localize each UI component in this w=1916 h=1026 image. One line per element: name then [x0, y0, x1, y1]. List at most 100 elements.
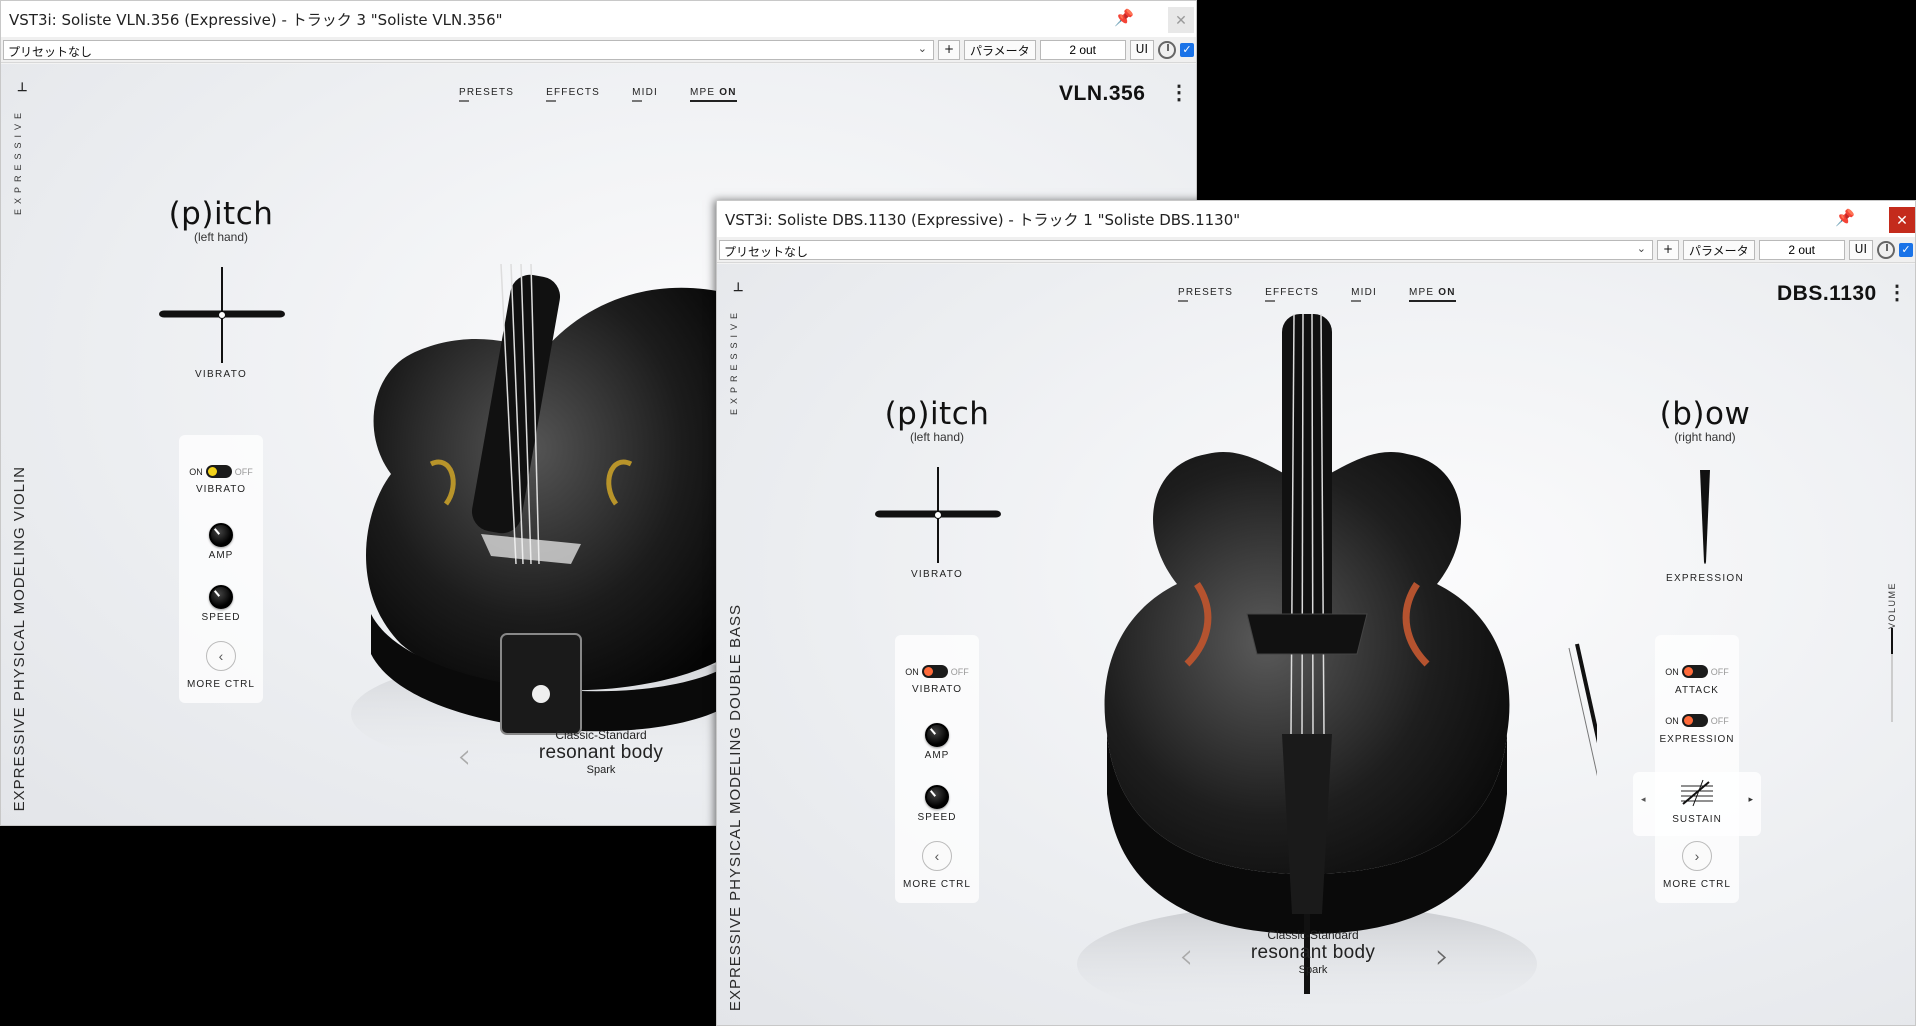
- plugin-panel: ⊥ EXPRESSIVE EXPRESSIVE PHYSICAL MODELIN…: [717, 264, 1915, 1025]
- expression-switch[interactable]: [1681, 714, 1708, 727]
- xy-handle[interactable]: [218, 311, 226, 319]
- toggle-on-label: ON: [1665, 715, 1679, 726]
- more-ctrl-button[interactable]: ‹: [922, 841, 952, 871]
- preset-author: Spark: [1298, 964, 1328, 976]
- dry-wet-knob-icon[interactable]: [1877, 240, 1895, 259]
- pitch-xy-pad[interactable]: [875, 467, 1001, 563]
- expressive-logo: ⊥: [733, 280, 744, 294]
- vibrato-label: VIBRATO: [196, 484, 246, 495]
- toggle-on-label: ON: [189, 466, 203, 477]
- vibrato-label: VIBRATO: [912, 684, 962, 695]
- pitch-control-panel: ON OFF VIBRATO AMP SPEED ‹ MORE CTRL: [179, 435, 263, 703]
- chevron-down-icon: ⌄: [917, 41, 927, 55]
- preset-name[interactable]: resonant body: [501, 742, 701, 764]
- speed-knob[interactable]: [925, 785, 949, 809]
- output-routing-field[interactable]: 2 out: [1758, 239, 1845, 260]
- preset-info: Classic-Standard resonant body Spark: [501, 728, 701, 776]
- parameters-button[interactable]: パラメータ: [1683, 239, 1755, 260]
- close-icon[interactable]: ✕: [1168, 7, 1194, 33]
- output-routing-field[interactable]: 2 out: [1039, 39, 1126, 60]
- tab-effects[interactable]: EFFECTS: [546, 87, 600, 102]
- more-ctrl-label: MORE CTRL: [187, 679, 255, 690]
- toggle-off-label: OFF: [1710, 666, 1729, 677]
- previous-preset-arrow[interactable]: ‹: [1179, 936, 1193, 977]
- more-options-icon[interactable]: ⋮: [1169, 83, 1189, 103]
- mpe-label: MPE: [1408, 287, 1435, 298]
- violin-image: [351, 263, 731, 774]
- tab-presets[interactable]: PRESETS: [459, 87, 514, 102]
- ui-button[interactable]: UI: [1129, 39, 1154, 60]
- pitch-subtitle: (left hand): [909, 430, 965, 444]
- more-ctrl-button[interactable]: ›: [1682, 841, 1712, 871]
- title-bar[interactable]: VST3i: Soliste VLN.356 (Expressive) - トラ…: [1, 1, 1196, 37]
- vibrato-switch[interactable]: [205, 465, 232, 478]
- pitch-title: (p)itch: [884, 396, 990, 432]
- amp-label: AMP: [924, 750, 950, 761]
- pitch-title: (p)itch: [168, 196, 274, 232]
- double-bass-plugin-window: VST3i: Soliste DBS.1130 (Expressive) - ト…: [716, 200, 1916, 1026]
- previous-preset-arrow[interactable]: ‹: [457, 736, 471, 777]
- preset-dropdown[interactable]: プリセットなし ⌄: [719, 239, 1653, 260]
- vibrato-toggle[interactable]: ON OFF: [895, 665, 979, 678]
- tab-midi[interactable]: MIDI: [1351, 287, 1377, 302]
- dry-wet-knob-icon[interactable]: [1158, 40, 1176, 59]
- toggle-off-label: OFF: [234, 466, 253, 477]
- host-toolbar: プリセットなし ⌄ + パラメータ 2 out UI ✓: [1, 37, 1196, 63]
- tab-midi[interactable]: MIDI: [632, 87, 658, 102]
- pin-icon[interactable]: 📌: [1114, 8, 1134, 28]
- enable-checkbox[interactable]: ✓: [1180, 42, 1194, 57]
- pitch-caption: VIBRATO: [194, 369, 248, 380]
- chevron-right-icon[interactable]: ▸: [1748, 794, 1753, 805]
- attack-toggle[interactable]: ON OFF: [1655, 665, 1739, 678]
- pitch-xy-pad[interactable]: [159, 267, 285, 363]
- chevron-down-icon: ⌄: [1636, 241, 1646, 255]
- chevron-left-icon: ‹: [934, 848, 940, 864]
- toggle-off-label: OFF: [1710, 715, 1729, 726]
- tab-mpe[interactable]: MPE ON: [1408, 287, 1456, 302]
- sustain-label: SUSTAIN: [1672, 814, 1722, 825]
- tab-effects[interactable]: EFFECTS: [1265, 287, 1319, 302]
- title-bar[interactable]: VST3i: Soliste DBS.1130 (Expressive) - ト…: [717, 201, 1915, 237]
- tab-mpe[interactable]: MPE ON: [689, 87, 737, 102]
- volume-label: VOLUME: [1887, 582, 1897, 630]
- expression-label: EXPRESSION: [1659, 734, 1735, 745]
- attack-switch[interactable]: [1681, 665, 1708, 678]
- amp-knob[interactable]: [209, 523, 233, 547]
- more-options-icon[interactable]: ⋮: [1887, 283, 1907, 303]
- expression-toggle[interactable]: ON OFF: [1655, 714, 1739, 727]
- attack-label: ATTACK: [1675, 685, 1719, 696]
- preset-dropdown[interactable]: プリセットなし ⌄: [3, 39, 934, 60]
- ui-button[interactable]: UI: [1848, 239, 1873, 260]
- add-preset-button[interactable]: +: [937, 39, 961, 60]
- toggle-on-label: ON: [1665, 666, 1679, 677]
- host-toolbar: プリセットなし ⌄ + パラメータ 2 out UI ✓: [717, 237, 1915, 263]
- mpe-state: ON: [719, 87, 737, 98]
- vibrato-toggle[interactable]: ON OFF: [179, 465, 263, 478]
- sustain-selector[interactable]: ◂ ▸ SUSTAIN: [1633, 772, 1761, 836]
- preset-name[interactable]: resonant body: [1213, 942, 1413, 964]
- instrument-name: DBS.1130: [1777, 282, 1877, 305]
- pin-icon[interactable]: 📌: [1835, 208, 1855, 228]
- parameters-button[interactable]: パラメータ: [964, 39, 1036, 60]
- double-bass-image: [1077, 314, 1597, 1024]
- tab-presets[interactable]: PRESETS: [1178, 287, 1233, 302]
- vibrato-switch[interactable]: [921, 665, 948, 678]
- expression-slider[interactable]: [1698, 470, 1712, 566]
- close-icon[interactable]: ✕: [1889, 207, 1915, 233]
- xy-handle[interactable]: [934, 511, 942, 519]
- amp-knob[interactable]: [925, 723, 949, 747]
- pitch-control-panel: ON OFF VIBRATO AMP SPEED ‹ MORE CTRL: [895, 635, 979, 903]
- chevron-left-icon[interactable]: ◂: [1641, 794, 1646, 805]
- add-preset-button[interactable]: +: [1656, 239, 1680, 260]
- speed-knob[interactable]: [209, 585, 233, 609]
- enable-checkbox[interactable]: ✓: [1899, 242, 1913, 257]
- more-ctrl-button[interactable]: ‹: [206, 641, 236, 671]
- bow-subtitle: (right hand): [1674, 430, 1736, 444]
- preset-category: Classic-Standard: [1267, 928, 1359, 942]
- expressive-logo: ⊥: [17, 80, 28, 94]
- more-ctrl-label: MORE CTRL: [903, 879, 971, 890]
- next-preset-arrow[interactable]: ›: [1435, 936, 1449, 977]
- pitch-caption: VIBRATO: [910, 569, 964, 580]
- preset-dropdown-value: プリセットなし: [724, 244, 809, 259]
- preset-info: Classic-Standard resonant body Spark: [1213, 928, 1413, 976]
